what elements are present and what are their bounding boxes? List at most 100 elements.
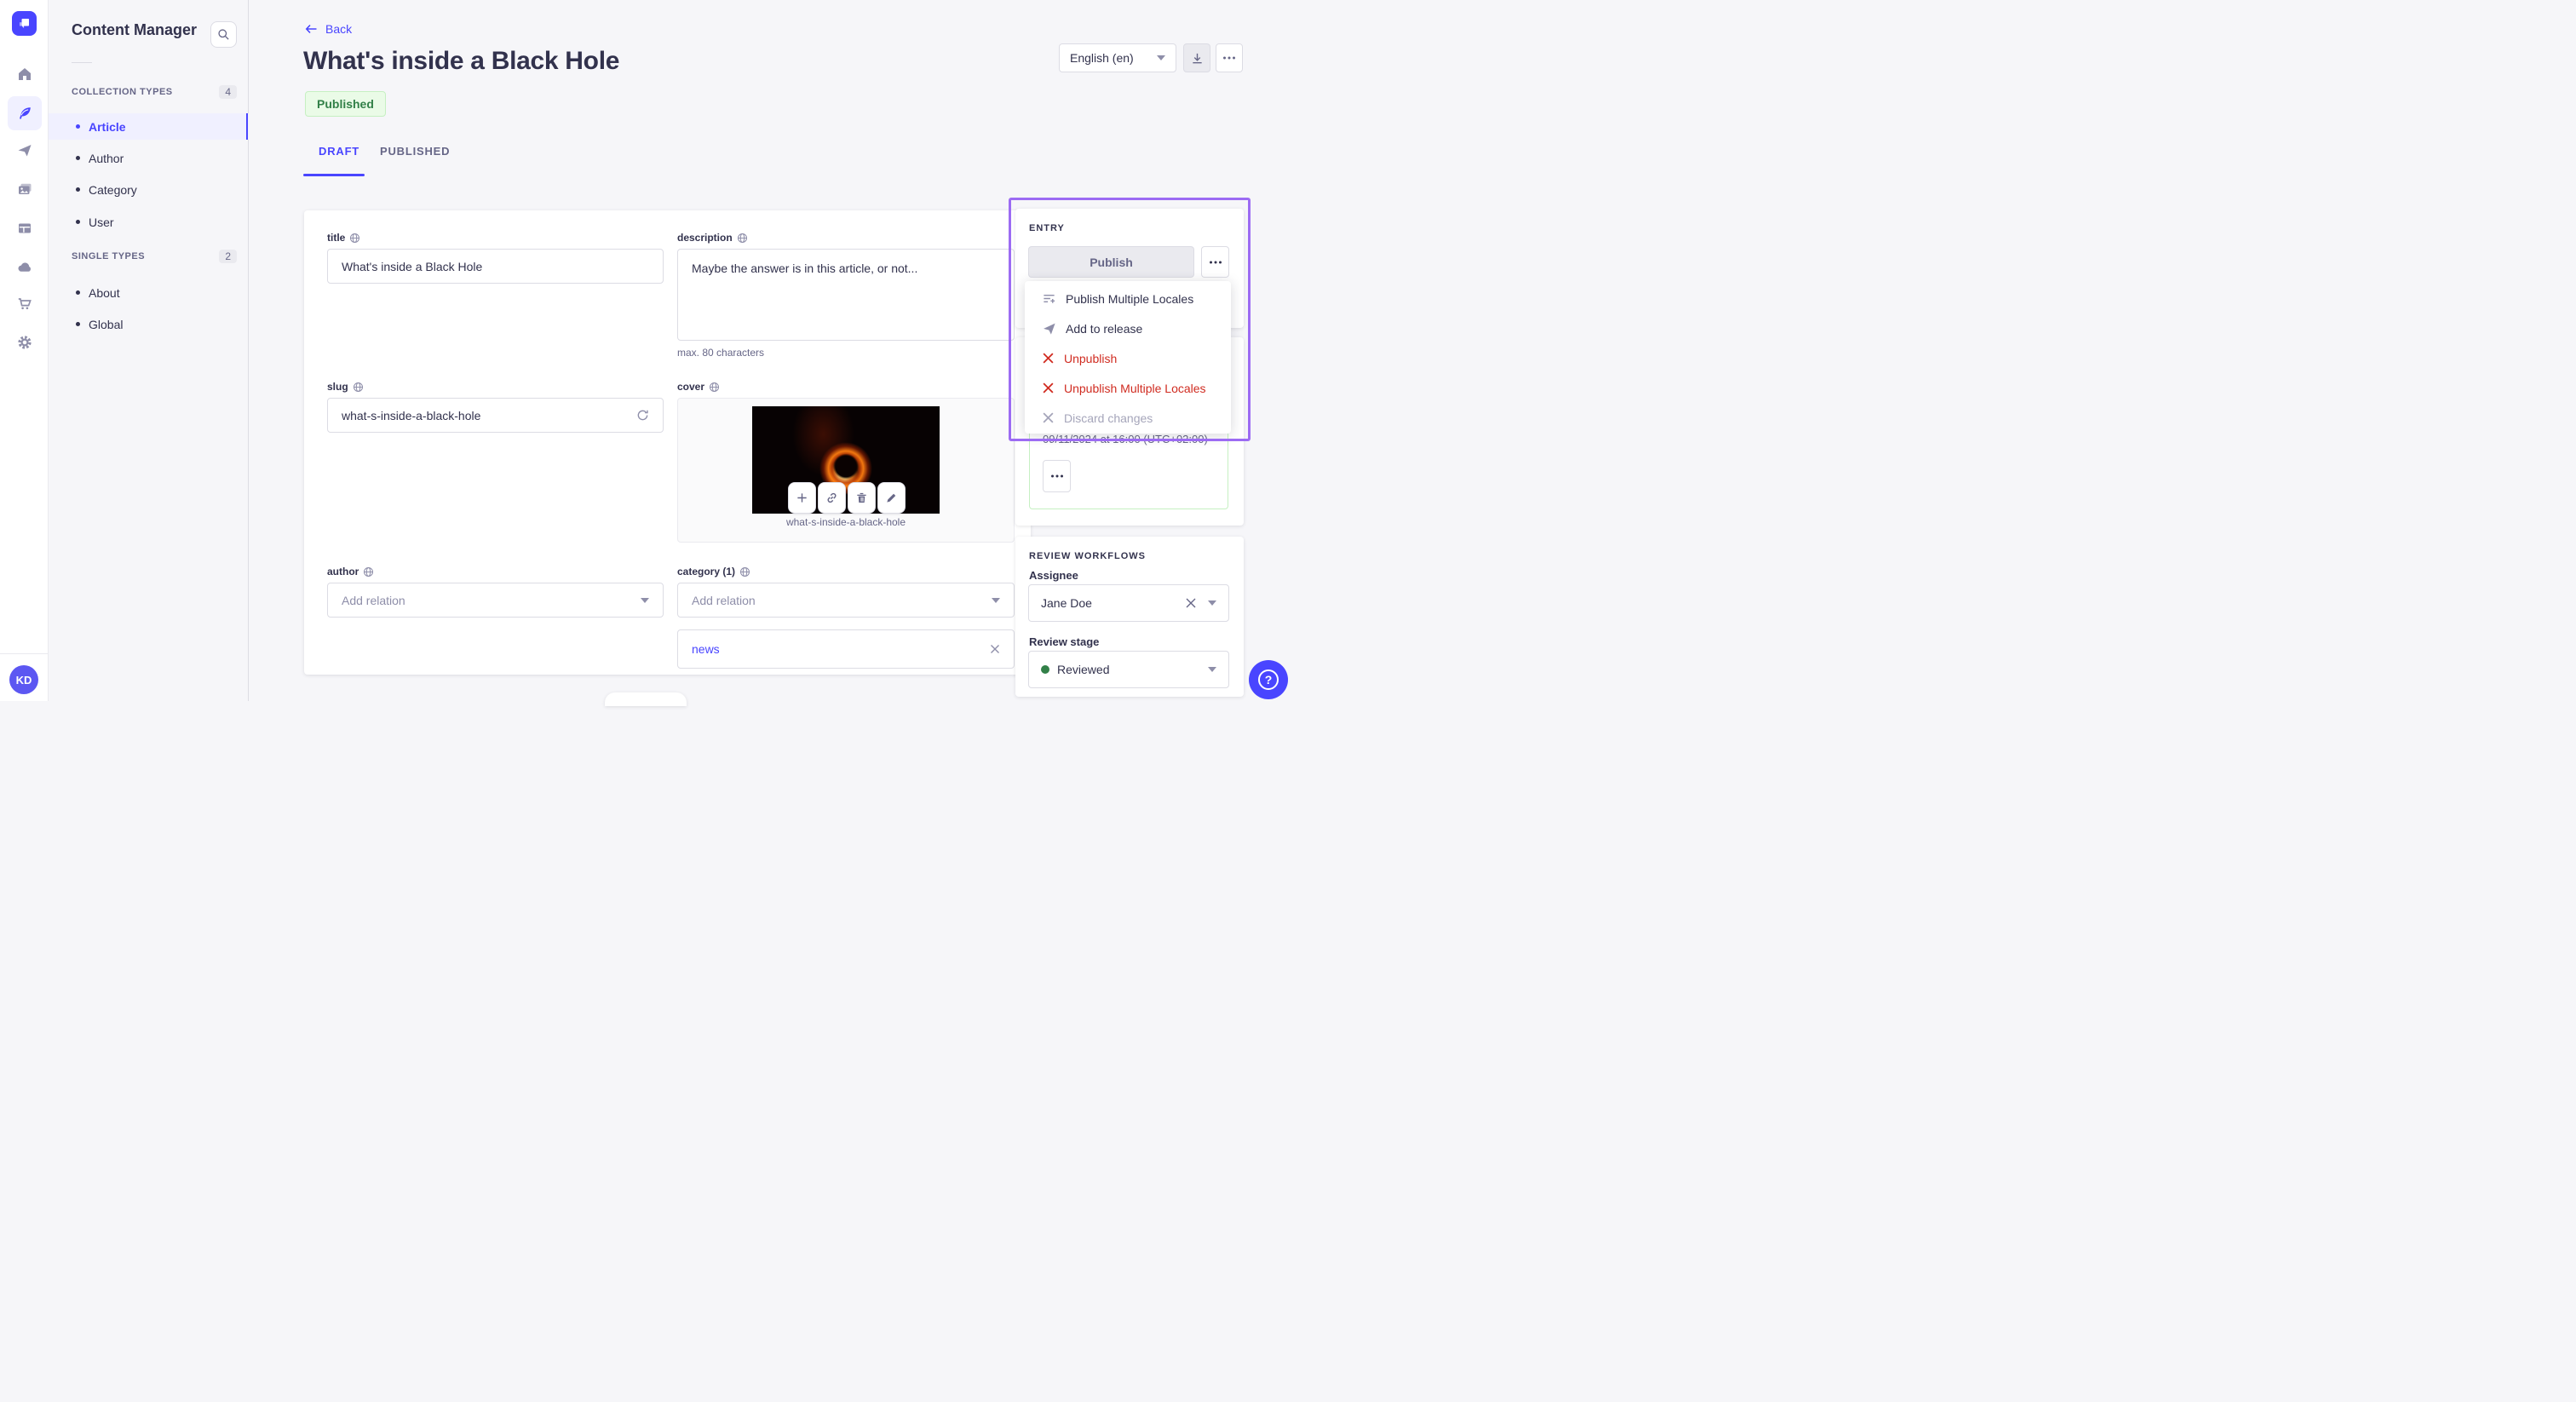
next-section-peek — [605, 692, 687, 706]
sidebar-item-about[interactable]: About — [49, 279, 249, 306]
regenerate-icon[interactable] — [636, 409, 649, 422]
scheduled-date: 09/11/2024 at 16:00 (UTC+02:00) — [1043, 433, 1208, 445]
globe-icon — [740, 566, 750, 577]
globe-icon — [737, 233, 747, 243]
category-placeholder: Add relation — [692, 593, 756, 607]
marketplace-cart-icon[interactable] — [8, 287, 42, 321]
cover-filename: what-s-inside-a-black-hole — [785, 516, 906, 528]
sidebar-item-category[interactable]: Category — [49, 176, 249, 203]
menu-item-add-to-release[interactable]: Add to release — [1025, 313, 1231, 343]
active-indicator — [246, 113, 248, 140]
help-button[interactable]: ? — [1249, 660, 1288, 699]
menu-item-label: Unpublish — [1064, 351, 1118, 365]
sidebar-item-user[interactable]: User — [49, 209, 249, 235]
back-arrow-icon — [305, 24, 317, 34]
content-manager-sidebar — [49, 0, 249, 701]
relation-link-news[interactable]: news — [692, 642, 720, 656]
author-field-label: author — [327, 566, 374, 577]
globe-icon — [353, 382, 363, 392]
content-type-builder-icon[interactable] — [8, 211, 42, 245]
header-more-button[interactable] — [1216, 43, 1243, 72]
sidebar-item-label: About — [89, 285, 120, 300]
download-icon — [1192, 53, 1202, 63]
release-more-button[interactable] — [1043, 460, 1071, 492]
globe-icon — [350, 233, 360, 243]
title-input[interactable]: What's inside a Black Hole — [327, 249, 664, 284]
menu-item-label: Publish Multiple Locales — [1066, 291, 1194, 306]
menu-item-unpublish-multiple-locales[interactable]: Unpublish Multiple Locales — [1025, 373, 1231, 403]
sidebar-item-global[interactable]: Global — [49, 311, 249, 337]
sidebar-item-label: Article — [89, 119, 126, 134]
bullet-icon — [76, 322, 80, 326]
stage-status-dot — [1041, 665, 1049, 674]
media-library-icon[interactable] — [8, 172, 42, 206]
assignee-select[interactable]: Jane Doe — [1028, 584, 1229, 622]
pencil-icon — [887, 493, 896, 503]
description-textarea[interactable]: Maybe the answer is in this article, or … — [677, 249, 1015, 341]
sidebar-title: Content Manager — [72, 21, 198, 38]
chevron-down-icon — [641, 597, 649, 603]
menu-item-publish-multiple-locales[interactable]: Publish Multiple Locales — [1025, 284, 1231, 313]
settings-gear-icon[interactable] — [8, 325, 42, 359]
single-types-count: 2 — [219, 250, 237, 263]
menu-item-label: Add to release — [1066, 321, 1143, 336]
author-relation-select[interactable]: Add relation — [327, 583, 664, 618]
single-types-header: SINGLE TYPES — [72, 251, 146, 261]
list-plus-icon — [1042, 291, 1056, 306]
locale-select[interactable]: English (en) — [1059, 43, 1176, 72]
bullet-icon — [76, 220, 80, 224]
globe-icon — [710, 382, 720, 392]
publish-button[interactable]: Publish — [1028, 246, 1194, 278]
copy-link-button[interactable] — [818, 482, 846, 514]
tab-draft[interactable]: DRAFT — [319, 145, 359, 158]
title-value: What's inside a Black Hole — [342, 259, 483, 273]
chevron-down-icon — [1208, 600, 1216, 606]
category-relation-select[interactable]: Add relation — [677, 583, 1015, 618]
slug-value: what-s-inside-a-black-hole — [342, 408, 481, 422]
x-icon — [1042, 352, 1055, 365]
status-badge: Published — [305, 91, 386, 117]
ellipsis-icon — [1209, 261, 1222, 263]
cover-field-label: cover — [677, 381, 720, 393]
download-button[interactable] — [1183, 43, 1210, 72]
cloud-deploy-icon[interactable] — [8, 250, 42, 284]
strapi-admin: KD Content Manager COLLECTION TYPES 4 Ar… — [0, 0, 1288, 706]
entry-more-button[interactable] — [1201, 246, 1229, 278]
review-stage-select[interactable]: Reviewed — [1028, 651, 1229, 688]
ellipsis-icon — [1050, 474, 1063, 478]
search-icon — [218, 29, 229, 40]
chevron-down-icon — [992, 597, 1000, 603]
user-avatar[interactable]: KD — [9, 665, 38, 694]
sidebar-item-label: User — [89, 215, 114, 229]
avatar-initials: KD — [15, 673, 32, 687]
ellipsis-icon — [1223, 56, 1235, 60]
x-icon — [1042, 382, 1055, 394]
slug-input[interactable]: what-s-inside-a-black-hole — [327, 398, 664, 433]
chevron-down-icon — [1208, 667, 1216, 672]
strapi-logo[interactable] — [12, 11, 37, 36]
x-icon — [1042, 411, 1055, 424]
remove-relation-icon[interactable] — [990, 644, 1000, 654]
clear-assignee-icon[interactable] — [1185, 597, 1197, 609]
menu-item-unpublish[interactable]: Unpublish — [1025, 343, 1231, 373]
edit-asset-button[interactable] — [877, 482, 906, 514]
sidebar-item-author[interactable]: Author — [49, 145, 249, 171]
sidebar-item-label: Category — [89, 182, 137, 197]
slug-field-label: slug — [327, 381, 364, 393]
releases-icon[interactable] — [8, 134, 42, 168]
active-tab-underline — [303, 174, 365, 176]
chevron-down-icon — [1157, 55, 1165, 60]
menu-item-discard-changes[interactable]: Discard changes — [1025, 403, 1231, 433]
delete-asset-button[interactable] — [848, 482, 876, 514]
home-icon[interactable] — [8, 57, 42, 91]
bullet-icon — [76, 187, 80, 192]
question-mark-icon: ? — [1258, 669, 1279, 690]
tab-published[interactable]: PUBLISHED — [380, 145, 450, 158]
search-button[interactable] — [210, 21, 237, 48]
add-asset-button[interactable] — [788, 482, 816, 514]
back-link[interactable]: Back — [305, 22, 352, 36]
content-manager-icon[interactable] — [8, 96, 42, 130]
assignee-value: Jane Doe — [1041, 596, 1092, 610]
menu-item-label: Discard changes — [1064, 411, 1153, 425]
sidebar-item-article[interactable]: Article — [49, 113, 249, 140]
